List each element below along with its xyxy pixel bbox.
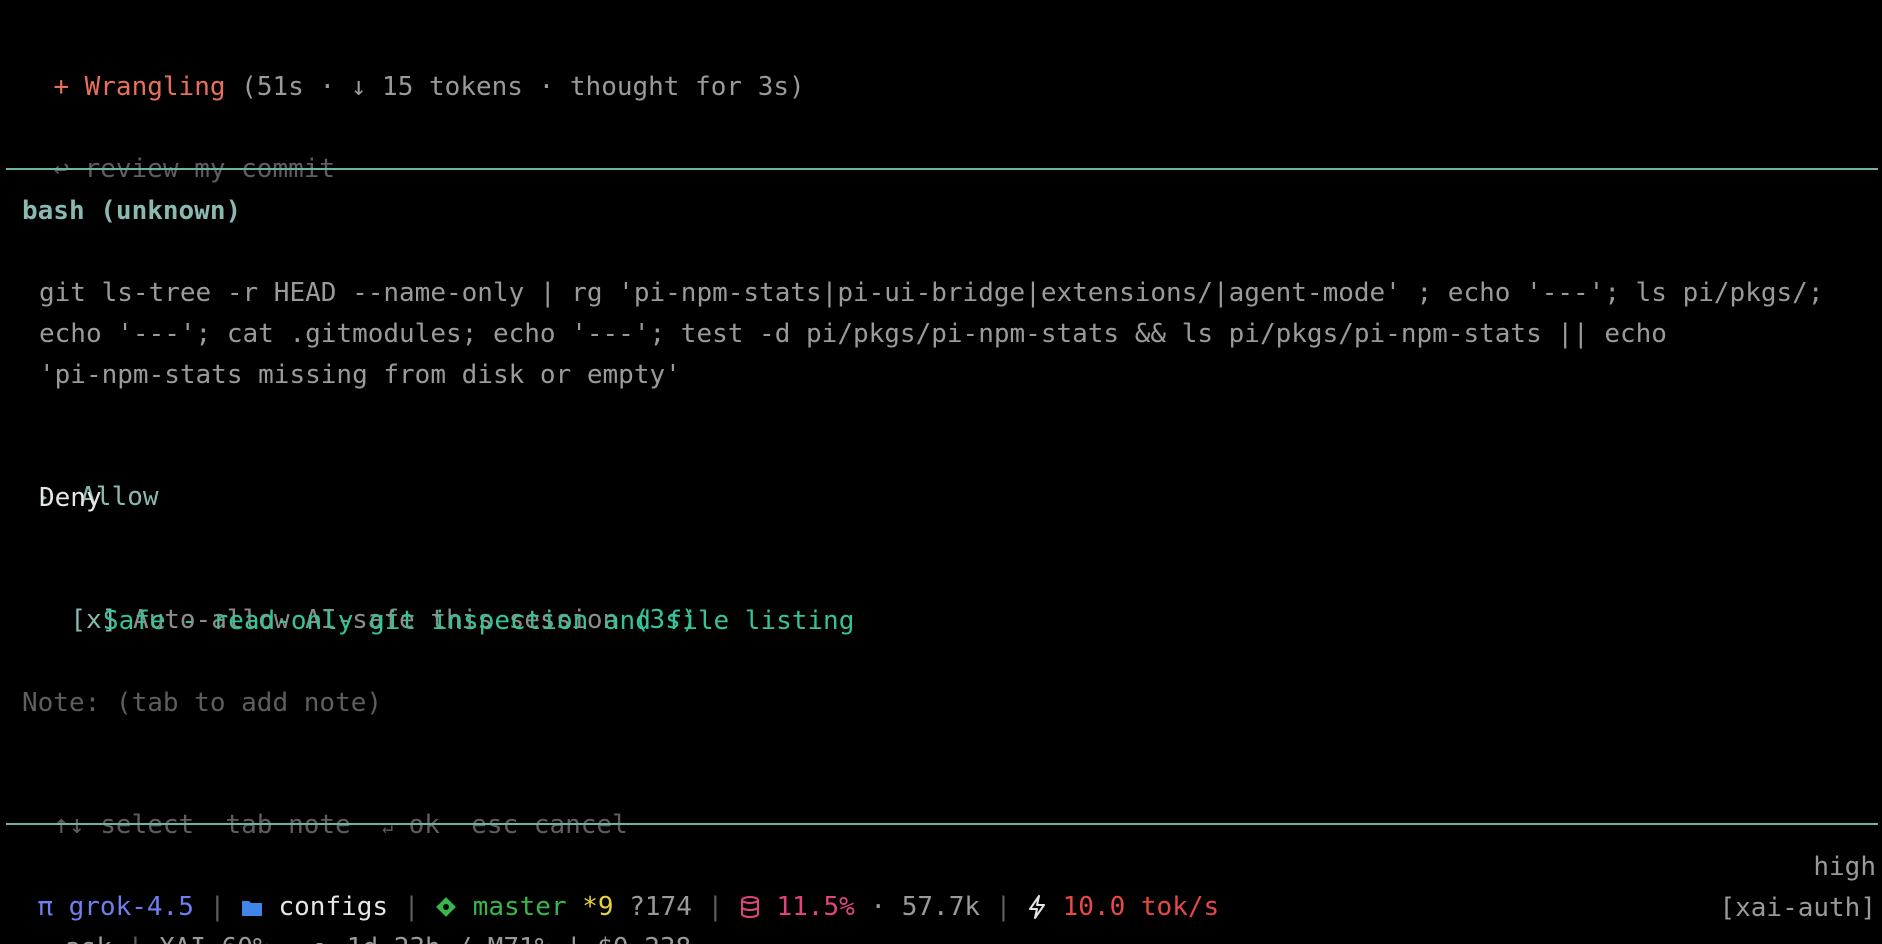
- option-deny[interactable]: Deny: [39, 478, 102, 518]
- safety-reason: Safe - read-only git inspection and file…: [103, 606, 855, 636]
- status-bar-secondary: ■ ask | XAI 60% · ↻ 1d 23h / M71% | $0.2…: [6, 888, 691, 944]
- mode-label[interactable]: ask: [65, 933, 112, 944]
- stop-square-icon: ■: [37, 937, 49, 944]
- lightning-icon: [1027, 887, 1047, 927]
- command-line-2: echo '---'; cat .gitmodules; echo '---';…: [39, 319, 1667, 349]
- activity-label: Wrangling: [84, 72, 226, 102]
- auto-allow-toggle[interactable]: [x] Auto-allow AI-safe this session (3s): [39, 560, 696, 635]
- effort-level[interactable]: high: [1813, 847, 1876, 887]
- auth-label: [xai-auth]: [1719, 893, 1876, 923]
- updown-arrows-icon: ↑↓: [53, 810, 85, 840]
- hint-ok: ok: [408, 810, 440, 840]
- spinner-icon: +: [53, 72, 69, 102]
- command-line-3: 'pi-npm-stats missing from disk or empty…: [39, 360, 681, 390]
- context-percent: 11.5%: [776, 892, 855, 922]
- queued-prompt: ↩ review my commit: [22, 109, 335, 184]
- key-hints: ↑↓ select tab note ↵ ok esc cancel: [22, 765, 627, 840]
- command-line-1: git ls-tree -r HEAD --name-only | rg 'pi…: [39, 278, 1824, 308]
- hint-esc: esc cancel: [471, 810, 628, 840]
- database-icon: [739, 887, 761, 927]
- token-speed: 10.0 tok/s: [1062, 892, 1220, 922]
- context-tokens: · 57.7k: [870, 892, 980, 922]
- divider-top: [6, 168, 1878, 170]
- hint-select: select: [100, 810, 195, 840]
- activity-meta: (51s · ↓ 15 tokens · thought for 3s): [241, 72, 805, 102]
- activity-status: + Wrangling (51s · ↓ 15 tokens · thought…: [22, 27, 804, 102]
- quota-info: XAI 60% · ↻ 1d 23h / M71% | $0.238: [159, 933, 691, 944]
- divider-bottom: [6, 823, 1878, 825]
- status-bar: π grok-4.5 | configs | master *9 ?174 | …: [6, 847, 1219, 922]
- option-allow[interactable]: ▸ Allow: [8, 437, 158, 512]
- tool-title: bash (unknown): [22, 196, 242, 226]
- note-field[interactable]: Note: (tab to add note): [22, 683, 382, 723]
- enter-icon: ↵: [382, 817, 393, 838]
- hint-tab: tab note: [225, 810, 351, 840]
